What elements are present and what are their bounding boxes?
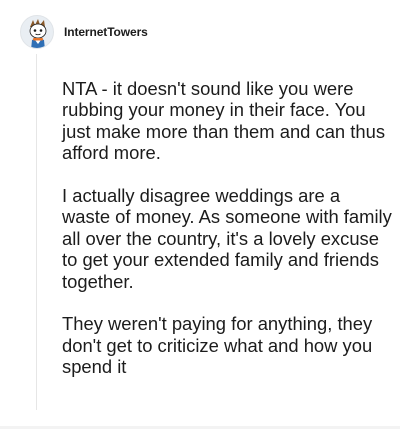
comment-paragraph: They weren't paying for anything, they d…	[62, 313, 373, 378]
comment-card: InternetTowers NTA - it doesn't sound li…	[0, 0, 400, 429]
thread-line[interactable]	[36, 54, 37, 410]
comment-header: InternetTowers	[20, 12, 148, 52]
comment-paragraph: NTA - it doesn't sound like you were rub…	[62, 78, 386, 164]
comment-body: NTA - it doesn't sound like you were rub…	[62, 78, 392, 378]
comment-username[interactable]: InternetTowers	[64, 25, 148, 39]
user-avatar-icon[interactable]	[20, 15, 54, 49]
comment-paragraph: I actually disagree weddings are a waste…	[62, 185, 392, 292]
